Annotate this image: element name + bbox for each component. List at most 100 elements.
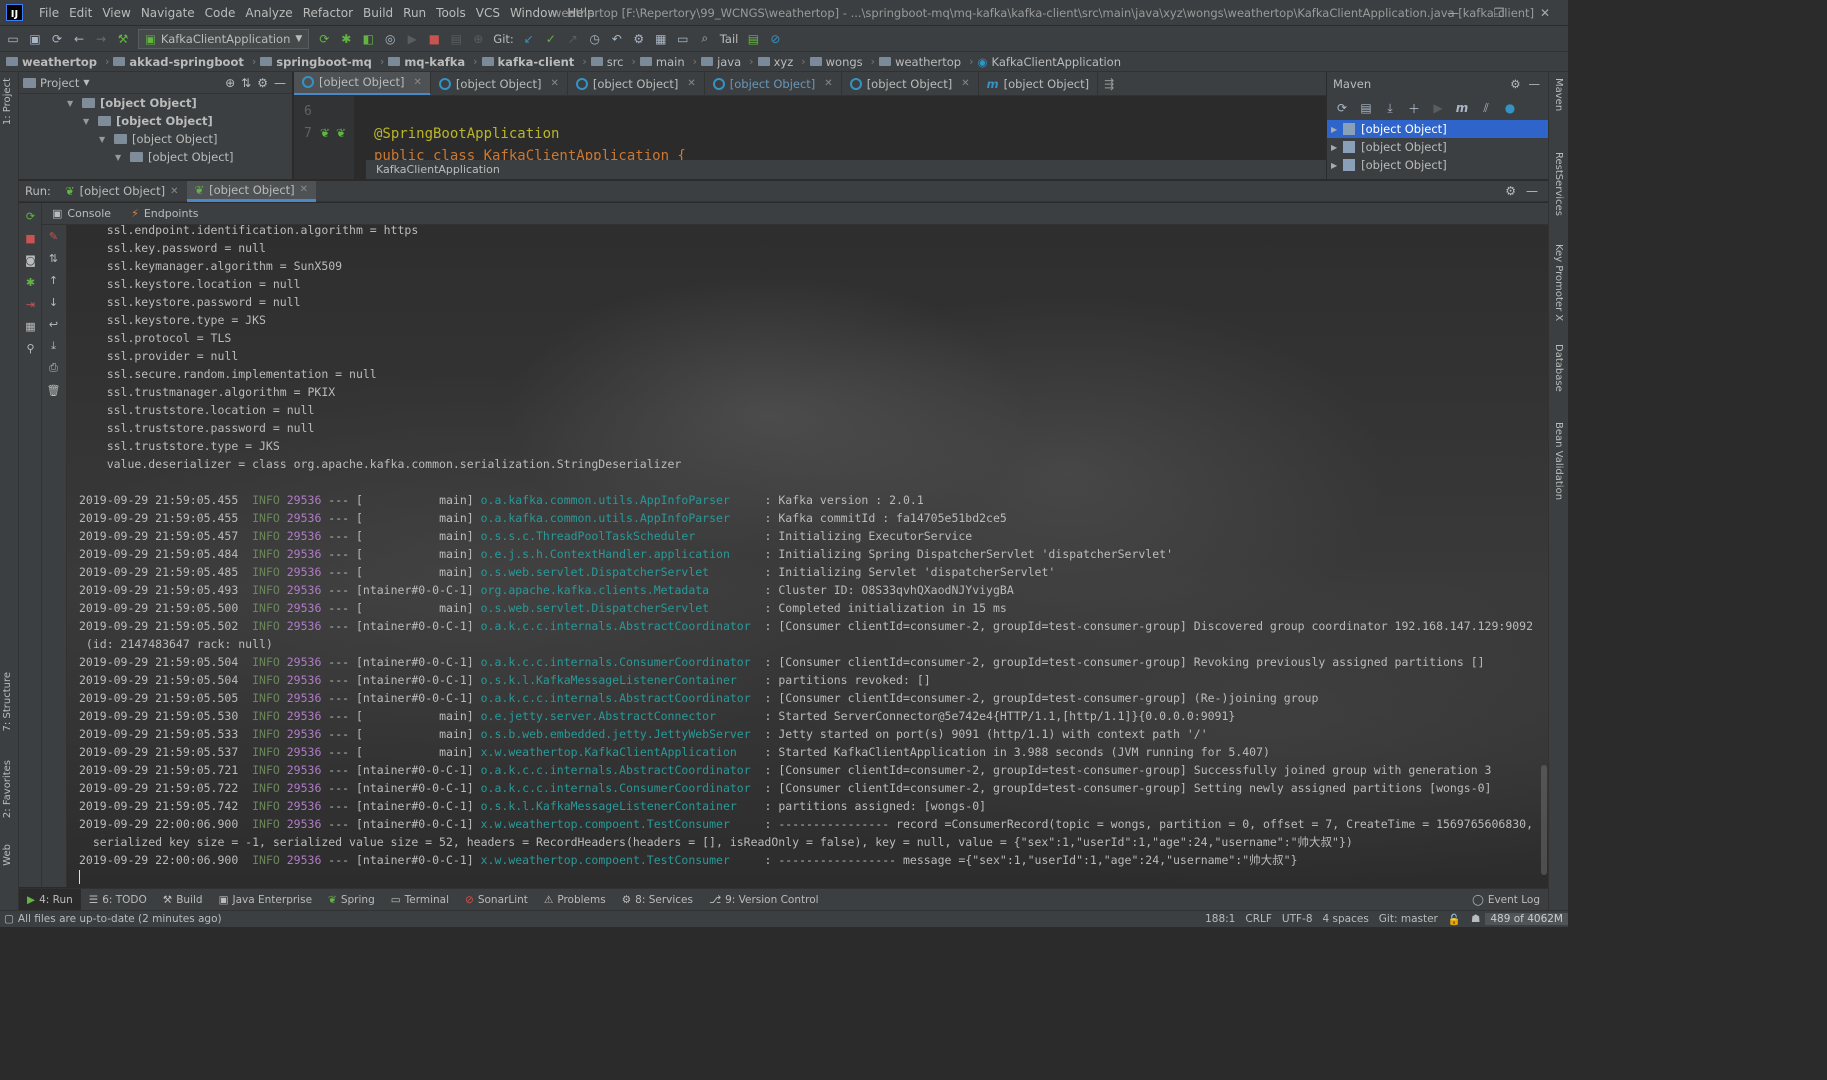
maven-tool-tab[interactable]: Maven [1553, 78, 1564, 111]
log-logger[interactable]: o.s.web.servlet.DispatcherServlet [481, 601, 758, 615]
sync-icon[interactable]: ⟳ [46, 28, 68, 50]
scroll-to-end-icon[interactable]: ⤓ [42, 335, 65, 357]
log-logger[interactable]: x.w.weathertop.compoent.TestConsumer [481, 853, 758, 867]
breadcrumb-item[interactable]: wongs [809, 55, 863, 69]
maven-project-item[interactable]: ▶ [object Object] [1327, 138, 1548, 156]
power-save-icon[interactable]: ⊘ [764, 28, 786, 50]
tree-node-kafka-client[interactable]: ▼ [object Object] [19, 112, 292, 130]
git-update-icon[interactable]: ↙ [518, 28, 540, 50]
toggle-offline-icon[interactable]: ⫽ [1475, 97, 1497, 119]
spring-bean-icon[interactable]: ❦ [320, 126, 330, 140]
console-subtab[interactable]: ▣ Console [42, 203, 121, 225]
rerun-icon[interactable]: ⟳ [313, 28, 335, 50]
project-structure-icon[interactable]: ▦ [650, 28, 672, 50]
collapse-all-icon[interactable]: ⇅ [241, 76, 251, 90]
menu-item-file[interactable]: File [34, 0, 64, 26]
bottom-tab-0[interactable]: ▶ 4: Run [19, 888, 81, 911]
print-icon[interactable]: ⎙ [42, 357, 65, 379]
back-arrow-icon[interactable]: ← [68, 28, 90, 50]
editor-tab[interactable]: [object Object] ✕ [842, 72, 979, 95]
rollback-icon[interactable]: ↶ [606, 28, 628, 50]
debug-bug-icon[interactable]: ✱ [19, 271, 42, 293]
log-logger[interactable]: o.a.k.c.c.internals.ConsumerCoordinator [481, 655, 758, 669]
log-logger[interactable]: o.s.b.web.embedded.jetty.JettyWebServer [481, 727, 758, 741]
breadcrumb-item[interactable]: akkad-springboot [113, 55, 244, 69]
log-logger[interactable]: o.a.kafka.common.utils.AppInfoParser [481, 511, 758, 525]
close-tab-icon[interactable]: ✕ [414, 77, 422, 88]
log-logger[interactable]: o.a.k.c.c.internals.AbstractCoordinator [481, 763, 758, 777]
hide-panel-icon[interactable]: — [1526, 184, 1538, 198]
event-log-tab[interactable]: ◯ Event Log [1464, 889, 1548, 911]
run-tab[interactable]: ❦ [object Object] ✕ [57, 181, 187, 202]
log-logger[interactable]: o.a.k.c.c.internals.AbstractCoordinator [481, 691, 758, 705]
coverage-icon[interactable]: ◧ [357, 28, 379, 50]
menu-item-analyze[interactable]: Analyze [240, 0, 297, 26]
expand-arrow-icon[interactable]: ▼ [67, 99, 77, 108]
exit-icon[interactable]: ⇥ [19, 293, 42, 315]
build-hammer-icon[interactable]: ⚒ [112, 28, 134, 50]
profile-icon[interactable]: ◎ [379, 28, 401, 50]
expand-arrow-icon[interactable]: ▶ [1331, 161, 1337, 170]
stop-icon[interactable]: ■ [423, 28, 445, 50]
project-tool-tab[interactable]: 1: Project [2, 78, 13, 125]
log-logger[interactable]: x.w.weathertop.compoent.TestConsumer [481, 817, 758, 831]
forward-arrow-icon[interactable]: → [90, 28, 112, 50]
log-logger[interactable]: o.a.k.c.c.internals.ConsumerCoordinator [481, 781, 758, 795]
up-arrow-icon[interactable]: ↑ [42, 269, 65, 291]
generate-sources-icon[interactable]: ▤ [1355, 97, 1377, 119]
menu-item-refactor[interactable]: Refactor [298, 0, 358, 26]
git-push-icon[interactable]: ↗ [562, 28, 584, 50]
hide-panel-icon[interactable]: — [274, 76, 286, 90]
menu-item-edit[interactable]: Edit [64, 0, 97, 26]
expand-arrow-icon[interactable]: ▼ [115, 153, 125, 162]
soft-wrap-icon[interactable]: ↩ [42, 313, 65, 335]
console-output[interactable]: ssl.endpoint.identification.algorithm = … [67, 225, 1548, 887]
gear-icon[interactable]: ⚙ [1510, 77, 1520, 91]
search-icon[interactable]: ⌕ [694, 28, 716, 50]
edit-pencil-icon[interactable]: ✎ [42, 225, 65, 247]
close-tab-icon[interactable]: ✕ [824, 78, 832, 89]
favorites-tool-tab[interactable]: 2: Favorites [2, 760, 13, 818]
log-logger[interactable]: o.e.jetty.server.AbstractConnector [481, 709, 758, 723]
menu-item-view[interactable]: View [97, 0, 135, 26]
bottom-tab-1[interactable]: ☰ 6: TODO [81, 889, 155, 911]
maven-project-item[interactable]: ▶ [object Object] [1327, 156, 1548, 174]
attach-icon[interactable]: ▤ [445, 28, 467, 50]
breadcrumb-item[interactable]: weathertop [879, 55, 961, 69]
git-commit-icon[interactable]: ✓ [540, 28, 562, 50]
breadcrumb-item[interactable]: java [701, 55, 741, 69]
editor-tab[interactable]: [object Object] ✕ [294, 72, 431, 95]
log-logger[interactable]: o.s.web.servlet.DispatcherServlet [481, 565, 758, 579]
breadcrumb-item[interactable]: ◉ KafkaClientApplication [977, 55, 1121, 69]
close-tab-icon[interactable]: ✕ [961, 78, 969, 89]
stop-icon[interactable]: ■ [19, 227, 42, 249]
save-all-icon[interactable]: ▣ [24, 28, 46, 50]
search-structural-icon[interactable]: ⊕ [467, 28, 489, 50]
run-configuration-select[interactable]: ▣ KafkaClientApplication ▼ [138, 28, 310, 49]
camera-icon[interactable]: ◙ [19, 249, 42, 271]
bottom-tab-9[interactable]: ⎇ 9: Version Control [701, 889, 827, 911]
trash-icon[interactable]: 🗑 [42, 379, 65, 401]
gear-icon[interactable]: ⚙ [1505, 184, 1516, 198]
terminal-window-icon[interactable]: ▭ [672, 28, 694, 50]
editor-tab[interactable]: [object Object] ✕ [568, 72, 705, 95]
run-gutter-icon[interactable]: ❦ [336, 126, 346, 140]
memory-indicator[interactable]: 489 of 4062M [1485, 913, 1568, 925]
inspector-icon[interactable]: ☗ [1466, 913, 1485, 925]
history-clock-icon[interactable]: ◷ [584, 28, 606, 50]
menu-item-run[interactable]: Run [398, 0, 431, 26]
code-editor[interactable]: 6 7 ❦ ❦ @SpringBootApplication public cl… [294, 96, 1326, 179]
maven-m-icon[interactable]: m [1451, 97, 1473, 119]
console-scrollbar[interactable] [1541, 765, 1547, 875]
tree-node-mq-kafka[interactable]: ▼ [object Object] [19, 94, 292, 112]
download-icon[interactable]: ⤓ [1379, 97, 1401, 119]
menu-item-vcs[interactable]: VCS [471, 0, 505, 26]
bottom-tab-3[interactable]: ▣ Java Enterprise [211, 889, 320, 911]
tree-node-src[interactable]: ▼ [object Object] [19, 130, 292, 148]
project-view-selector[interactable]: Project ▼ [23, 76, 90, 90]
web-tool-tab[interactable]: Web [2, 844, 13, 866]
editor-tab[interactable]: [object Object] ✕ [431, 72, 568, 95]
close-tab-icon[interactable]: ✕ [170, 186, 178, 197]
log-logger[interactable]: o.s.s.c.ThreadPoolTaskScheduler [481, 529, 758, 543]
structure-tool-tab[interactable]: 7: Structure [2, 672, 13, 731]
